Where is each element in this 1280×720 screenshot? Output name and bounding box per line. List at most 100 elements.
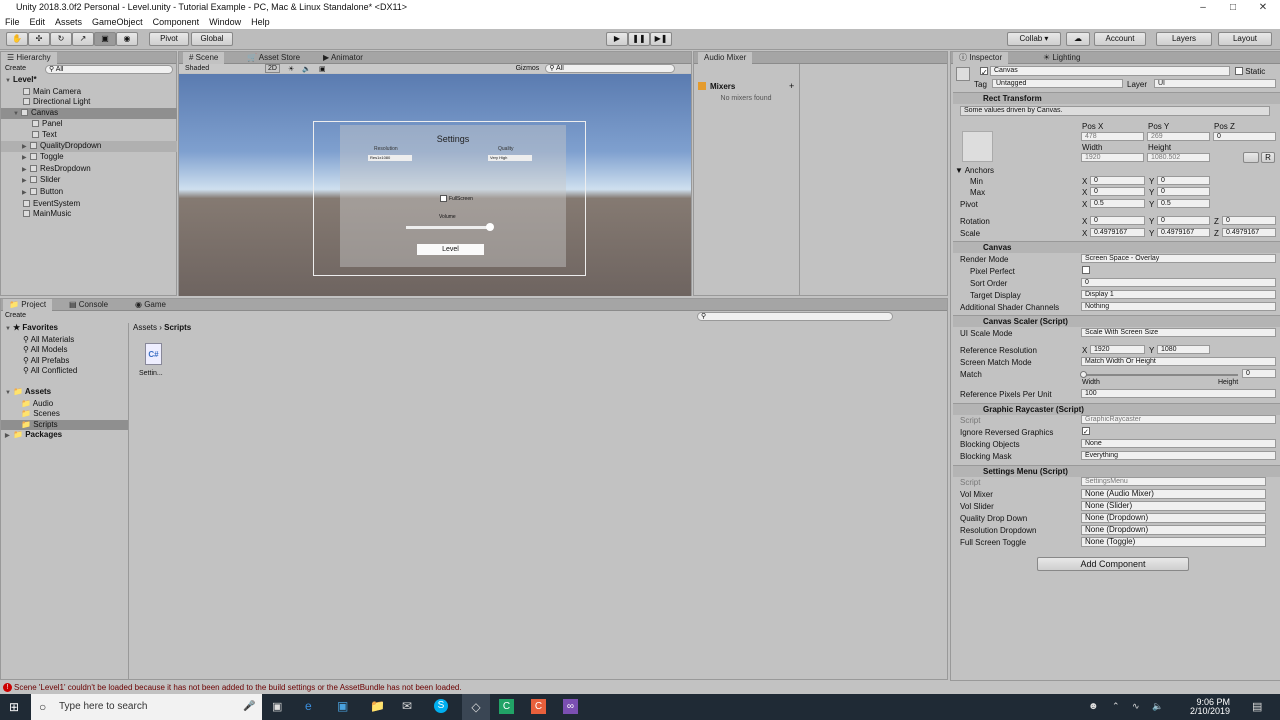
screen-match-mode-dropdown[interactable]: Match Width Or Height: [1081, 357, 1276, 366]
settings-menu-header[interactable]: Settings Menu (Script): [953, 465, 1280, 477]
csharp-script-icon[interactable]: C#: [145, 343, 162, 365]
skype-icon[interactable]: S: [434, 699, 448, 713]
light-icon[interactable]: ☀: [288, 65, 294, 73]
volume-icon[interactable]: 🔈: [1152, 701, 1163, 712]
rect-tool-icon[interactable]: ▣: [94, 32, 116, 46]
breadcrumb-assets[interactable]: Assets: [133, 323, 157, 332]
windows-start-icon[interactable]: ⊞: [9, 700, 19, 714]
tab-hierarchy[interactable]: ☰ Hierarchy: [1, 52, 57, 64]
vol-slider-field[interactable]: None (Slider): [1081, 501, 1266, 511]
visual-studio-icon[interactable]: ∞: [563, 699, 578, 714]
menu-file[interactable]: File: [0, 15, 25, 29]
sort-order-field[interactable]: 0: [1081, 278, 1276, 287]
full-screen-toggle-field[interactable]: None (Toggle): [1081, 537, 1266, 547]
hierarchy-search-input[interactable]: ⚲ All: [45, 65, 173, 74]
menu-help[interactable]: Help: [246, 15, 275, 29]
tab-animator[interactable]: ▶ Animator: [317, 52, 369, 64]
favorite-item[interactable]: ⚲ All Conflicted: [1, 366, 128, 377]
rotate-tool-icon[interactable]: ↻: [50, 32, 72, 46]
notifications-icon[interactable]: ▤: [1252, 700, 1262, 713]
vol-mixer-field[interactable]: None (Audio Mixer): [1081, 489, 1266, 499]
microphone-icon[interactable]: 🎤: [243, 694, 255, 720]
favorite-item[interactable]: ⚲ All Prefabs: [1, 356, 128, 367]
blueprint-mode-icon[interactable]: [1243, 152, 1259, 163]
tab-game[interactable]: ◉ Game: [129, 299, 172, 311]
resolution-dropdown[interactable]: Res1x1080: [368, 155, 412, 161]
add-component-button[interactable]: Add Component: [1037, 557, 1189, 571]
ignore-reversed-checkbox[interactable]: ✓: [1082, 427, 1090, 436]
taskbar-search-input[interactable]: ○ Type here to search 🎤: [31, 694, 262, 720]
graphic-raycaster-header[interactable]: Graphic Raycaster (Script): [953, 403, 1280, 415]
people-icon[interactable]: ☻: [1088, 701, 1099, 712]
hierarchy-item[interactable]: ▶ ResDropdown: [1, 164, 177, 176]
render-mode-dropdown[interactable]: Screen Space - Overlay: [1081, 254, 1276, 263]
store-icon[interactable]: ▣: [337, 699, 348, 713]
anchors-foldout[interactable]: ▼ Anchors: [955, 166, 994, 175]
transform-tool-icon[interactable]: ◉: [116, 32, 138, 46]
match-slider[interactable]: [1083, 374, 1238, 376]
gizmos-dropdown[interactable]: Gizmos: [516, 65, 540, 72]
anchor-min-y[interactable]: 0: [1157, 176, 1210, 185]
match-value-field[interactable]: 0: [1242, 369, 1276, 378]
anchor-min-x[interactable]: 0: [1090, 176, 1145, 185]
quality-drop-down-field[interactable]: None (Dropdown): [1081, 513, 1266, 523]
tab-scene[interactable]: # Scene: [183, 52, 225, 64]
step-icon[interactable]: ▶❚: [650, 32, 672, 46]
match-slider-handle[interactable]: [1080, 371, 1087, 378]
folder-item-selected[interactable]: 📁 Scripts: [1, 419, 128, 431]
rect-transform-header[interactable]: Rect Transform: [953, 92, 1280, 104]
pixel-perfect-checkbox[interactable]: [1082, 266, 1090, 275]
menu-window[interactable]: Window: [204, 15, 246, 29]
task-view-icon[interactable]: ▣: [272, 700, 282, 713]
hierarchy-item[interactable]: Text: [1, 130, 177, 141]
tray-arrow-icon[interactable]: ⌃: [1112, 701, 1120, 712]
volume-slider[interactable]: [406, 226, 492, 229]
pos-y-field[interactable]: 269: [1147, 132, 1210, 141]
assets-folder[interactable]: ▼ 📁 Assets: [1, 387, 128, 399]
fullscreen-toggle[interactable]: [440, 195, 447, 202]
pos-x-field[interactable]: 478: [1081, 132, 1144, 141]
canvas-component-header[interactable]: Canvas: [953, 241, 1280, 253]
scene-root[interactable]: ▼ Level*: [1, 75, 177, 87]
volume-slider-handle[interactable]: [486, 223, 494, 231]
orange-app-icon[interactable]: C: [531, 699, 546, 714]
active-checkbox[interactable]: ✓: [980, 67, 988, 77]
raw-edit-button[interactable]: R: [1261, 152, 1275, 163]
reference-resolution-y[interactable]: 1080: [1157, 345, 1210, 354]
effects-icon[interactable]: ▣: [319, 65, 326, 73]
tab-asset-store[interactable]: 🛒 Asset Store: [241, 52, 306, 64]
layers-dropdown[interactable]: Layers: [1156, 32, 1212, 46]
tab-lighting[interactable]: ☀ Lighting: [1037, 52, 1086, 64]
scene-search-input[interactable]: ⚲ All: [545, 64, 676, 73]
hierarchy-item[interactable]: ▶ Slider: [1, 175, 177, 187]
play-icon[interactable]: ▶: [606, 32, 628, 46]
folder-item[interactable]: 📁 Audio: [1, 399, 128, 410]
mail-icon[interactable]: ✉: [402, 699, 412, 713]
blocking-objects-dropdown[interactable]: None: [1081, 439, 1276, 448]
close-icon[interactable]: ✕: [1248, 0, 1278, 15]
scene-viewport[interactable]: Settings Resolution Quality Res1x1080 Ve…: [179, 74, 691, 296]
anchor-max-y[interactable]: 0: [1157, 187, 1210, 196]
account-dropdown[interactable]: Account: [1094, 32, 1146, 46]
scale-x[interactable]: 0.4979167: [1090, 228, 1145, 237]
status-bar[interactable]: ! Scene 'Level1' couldn't be loaded beca…: [0, 681, 948, 694]
canvas-scaler-header[interactable]: Canvas Scaler (Script): [953, 315, 1280, 327]
wifi-icon[interactable]: ∿: [1132, 701, 1140, 712]
scale-z[interactable]: 0.4979167: [1222, 228, 1276, 237]
anchor-max-x[interactable]: 0: [1090, 187, 1145, 196]
hierarchy-item[interactable]: EventSystem: [1, 199, 177, 210]
hierarchy-item[interactable]: ▶ Toggle: [1, 152, 177, 164]
width-field[interactable]: 1920: [1081, 153, 1144, 162]
height-field[interactable]: 1080.502: [1147, 153, 1210, 162]
tab-console[interactable]: ▤ Console: [63, 299, 114, 311]
tab-project[interactable]: 📁 Project: [3, 299, 53, 311]
minimize-icon[interactable]: –: [1188, 0, 1218, 15]
pivot-x[interactable]: 0.5: [1090, 199, 1145, 208]
scale-tool-icon[interactable]: ↗: [72, 32, 94, 46]
tab-audio-mixer[interactable]: Audio Mixer: [698, 52, 753, 64]
hierarchy-item[interactable]: MainMusic: [1, 209, 177, 220]
move-tool-icon[interactable]: ✣: [28, 32, 50, 46]
add-mixer-button[interactable]: +: [789, 81, 794, 91]
layout-dropdown[interactable]: Layout: [1218, 32, 1272, 46]
rotation-y[interactable]: 0: [1157, 216, 1210, 225]
